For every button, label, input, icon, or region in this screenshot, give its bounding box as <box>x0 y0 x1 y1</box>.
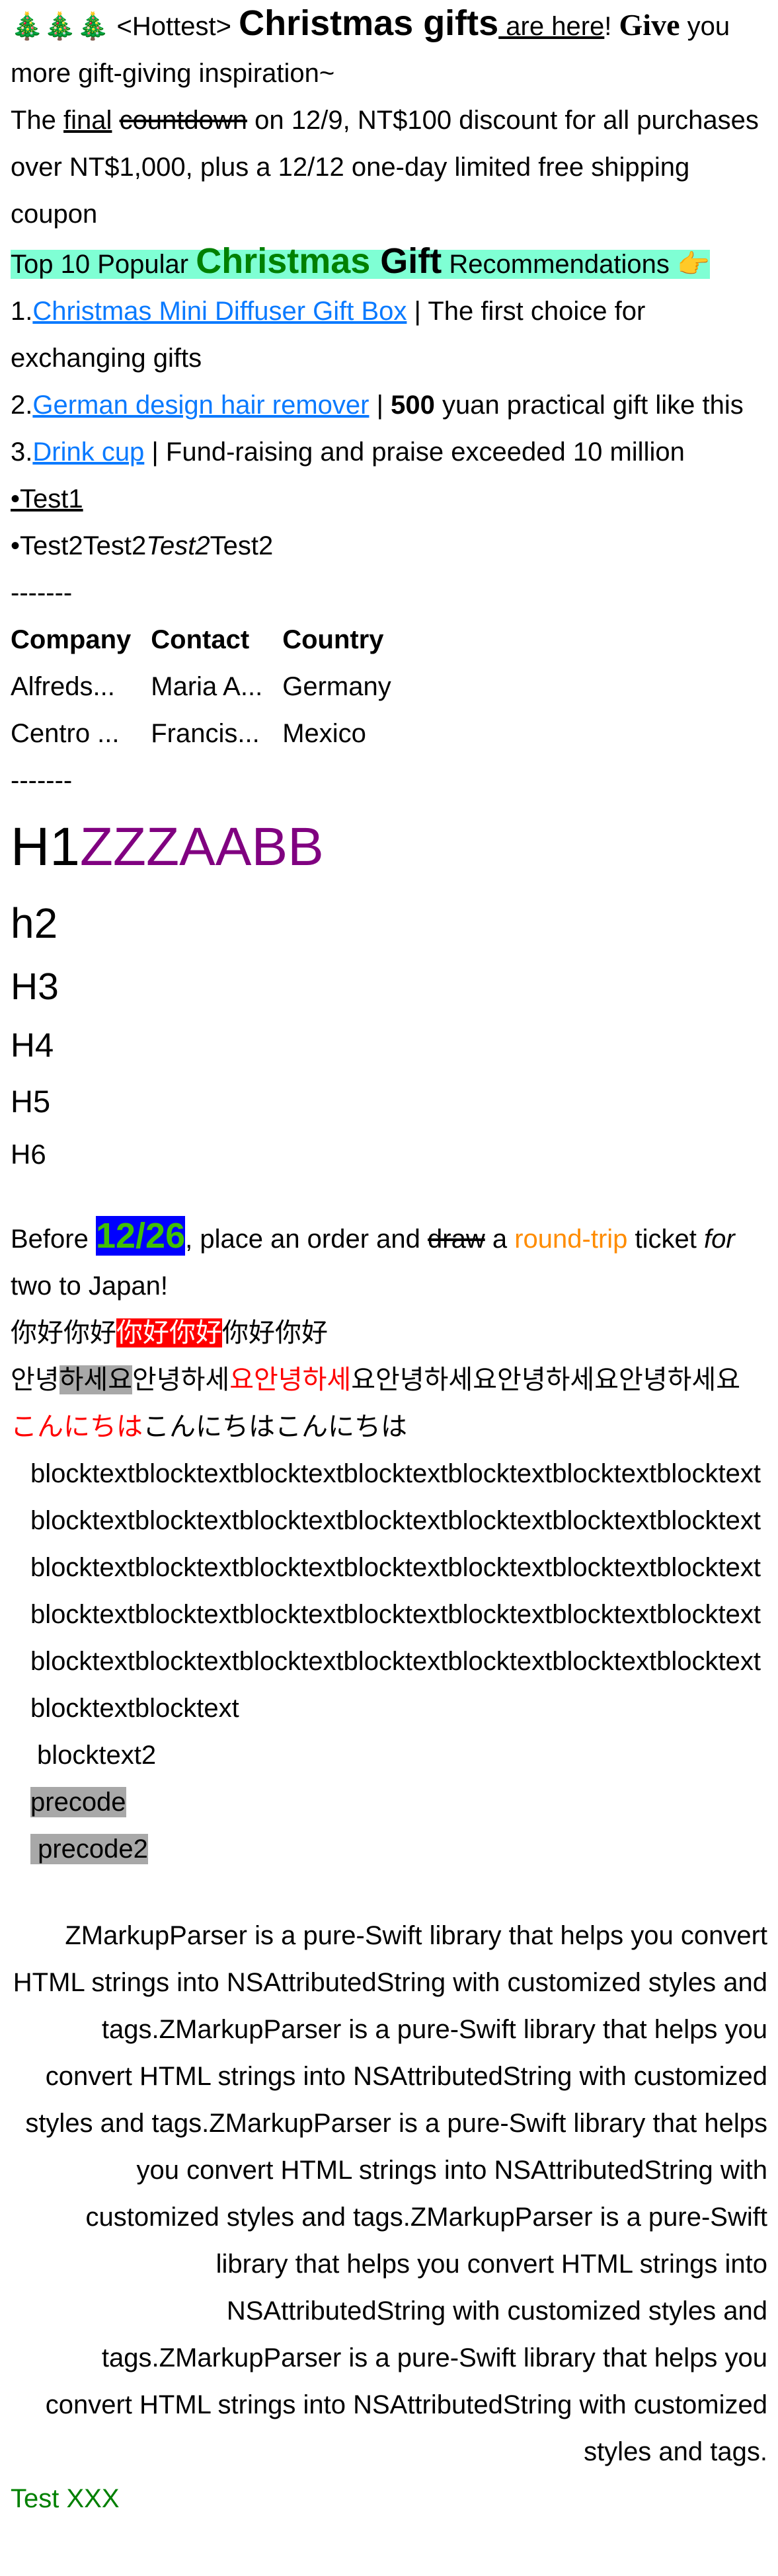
table-row: Alfreds... Maria A... Germany <box>11 663 411 710</box>
table-header-row: Company Contact Country <box>11 617 411 663</box>
list-item-3: 3.Drink cup | Fund-raising and praise ex… <box>11 429 767 476</box>
list-num: 2. <box>11 391 33 420</box>
japanese-line: こんにちはこんにちはこんにちは <box>11 1404 767 1451</box>
heading-h6: H6 <box>11 1139 46 1170</box>
exclamation-text: ! <box>604 12 619 41</box>
pre-code-1: precode <box>30 1787 126 1817</box>
korean-c: 안녕하세 <box>132 1365 230 1394</box>
chinese-c: 你好你好 <box>222 1318 328 1347</box>
list-text: | Fund-raising and praise exceeded 10 mi… <box>144 437 685 467</box>
countdown-strike: countdown <box>119 106 248 135</box>
japanese-b: こんにちはこんにちは <box>143 1412 407 1441</box>
rendered-document: 🎄🎄🎄 <Hottest> Christmas gifts are here! … <box>0 0 778 2522</box>
for-italic: for <box>704 1225 735 1254</box>
list-item-1: 1.Christmas Mini Diffuser Gift Box | The… <box>11 288 767 382</box>
are-here-text: are here <box>498 12 605 41</box>
zmarkup-paragraph: ZMarkupParser is a pure-Swift library th… <box>13 1921 767 2466</box>
company-table: Company Contact Country Alfreds... Maria… <box>11 617 411 757</box>
korean-e: 요안녕하세요안녕하세요안녕하세요 <box>351 1365 741 1394</box>
draw-strike: draw <box>428 1225 485 1254</box>
table-header-company: Company <box>11 625 132 654</box>
list-num: 1. <box>11 297 33 326</box>
before-mid: , place an order and <box>185 1225 428 1254</box>
table-cell: Centro ... <box>11 719 120 748</box>
japanese-red: こんにちは <box>11 1412 143 1441</box>
round-trip-text: round-trip <box>514 1225 628 1254</box>
table-cell: Germany <box>282 672 391 701</box>
table-cell: Alfreds... <box>11 672 115 701</box>
pre-block-2: precode2 <box>30 1826 767 1873</box>
korean-gray: 하세요 <box>59 1365 133 1394</box>
before-pre: Before <box>11 1225 96 1254</box>
korean-line: 안녕하세요안녕하세요안녕하세요안녕하세요안녕하세요안녕하세요 <box>11 1357 767 1404</box>
christmas-tree-icon: 🎄🎄🎄 <box>11 12 110 41</box>
heading-h2: h2 <box>11 899 58 947</box>
intro-paragraph: 🎄🎄🎄 <Hottest> Christmas gifts are here! … <box>11 0 767 97</box>
list-bold-price: 500 <box>391 391 435 420</box>
heading-h1: H1ZZZAABB <box>11 804 767 890</box>
date-highlight: 12/26 <box>95 1216 186 1256</box>
chinese-highlight: 你好你好 <box>116 1318 222 1347</box>
separator-1: ------- <box>11 578 73 607</box>
list-num: 3. <box>11 437 33 467</box>
give-text: Give <box>619 8 680 42</box>
h1-text: H1 <box>11 817 80 877</box>
bullet-test1-text: •Test1 <box>11 484 83 513</box>
pre-code-2: precode2 <box>30 1834 148 1864</box>
heading-h4: H4 <box>11 1026 54 1064</box>
ticket-text: ticket <box>627 1225 705 1254</box>
pre-block-1: precode <box>30 1779 767 1826</box>
top10-christmas: Christmas <box>196 241 371 281</box>
table-header-contact: Contact <box>151 625 250 654</box>
list-text: yuan practical gift like this <box>434 391 744 420</box>
countdown-pre: The <box>11 106 64 135</box>
bullet-test2-italic: Test2 <box>146 531 210 560</box>
h1-purple-text: ZZZAABB <box>79 817 324 877</box>
before-post: two to Japan! <box>11 1271 168 1301</box>
table-cell: Francis... <box>151 719 260 748</box>
table-cell: Maria A... <box>151 672 263 701</box>
christmas-gifts-text: Christmas gifts <box>239 3 499 43</box>
chinese-a: 你好你好 <box>11 1318 116 1347</box>
top10-heading: Top 10 Popular Christmas Gift Recommenda… <box>11 238 767 288</box>
link-drink-cup[interactable]: Drink cup <box>32 437 144 467</box>
blockquote: blocktextblocktextblocktextblocktextbloc… <box>30 1459 761 1723</box>
before-a: a <box>485 1225 515 1254</box>
table-cell: Mexico <box>282 719 366 748</box>
test-xxx-text: Test XXX <box>11 2484 120 2513</box>
heading-h5: H5 <box>11 1084 51 1119</box>
korean-a: 안녕 <box>11 1365 59 1394</box>
table-header-country: Country <box>282 625 384 654</box>
bullet-test2-a: •Test2Test2 <box>11 531 147 560</box>
top10-gift: Gift <box>370 241 442 281</box>
link-hair-remover[interactable]: German design hair remover <box>32 391 369 420</box>
top10-highlight: Top 10 Popular Christmas Gift Recommenda… <box>11 241 710 281</box>
separator-2: ------- <box>11 766 73 795</box>
korean-red: 요안녕하세 <box>229 1365 352 1394</box>
top10-post: Recommendations 👉 <box>442 250 710 279</box>
hottest-text: <Hottest> <box>109 12 239 41</box>
blockquote-2: blocktext2 <box>37 1741 157 1770</box>
top10-pre: Top 10 Popular <box>11 250 196 279</box>
list-text-pre: | <box>369 391 391 420</box>
countdown-paragraph: The final countdown on 12/9, NT$100 disc… <box>11 97 767 238</box>
heading-h3: H3 <box>11 966 59 1008</box>
list-item-2: 2.German design hair remover | 500 yuan … <box>11 382 767 429</box>
bullet-test2-c: Test2 <box>210 531 274 560</box>
before-paragraph: Before 12/26, place an order and draw a … <box>11 1213 767 1310</box>
final-text: final <box>63 106 112 135</box>
table-row: Centro ... Francis... Mexico <box>11 710 411 757</box>
link-diffuser-gift-box[interactable]: Christmas Mini Diffuser Gift Box <box>32 297 407 326</box>
bullet-test2: •Test2Test2Test2Test2 <box>11 523 767 570</box>
chinese-line: 你好你好你好你好你好你好 <box>11 1310 767 1357</box>
bullet-test1: •Test1 <box>11 476 767 523</box>
